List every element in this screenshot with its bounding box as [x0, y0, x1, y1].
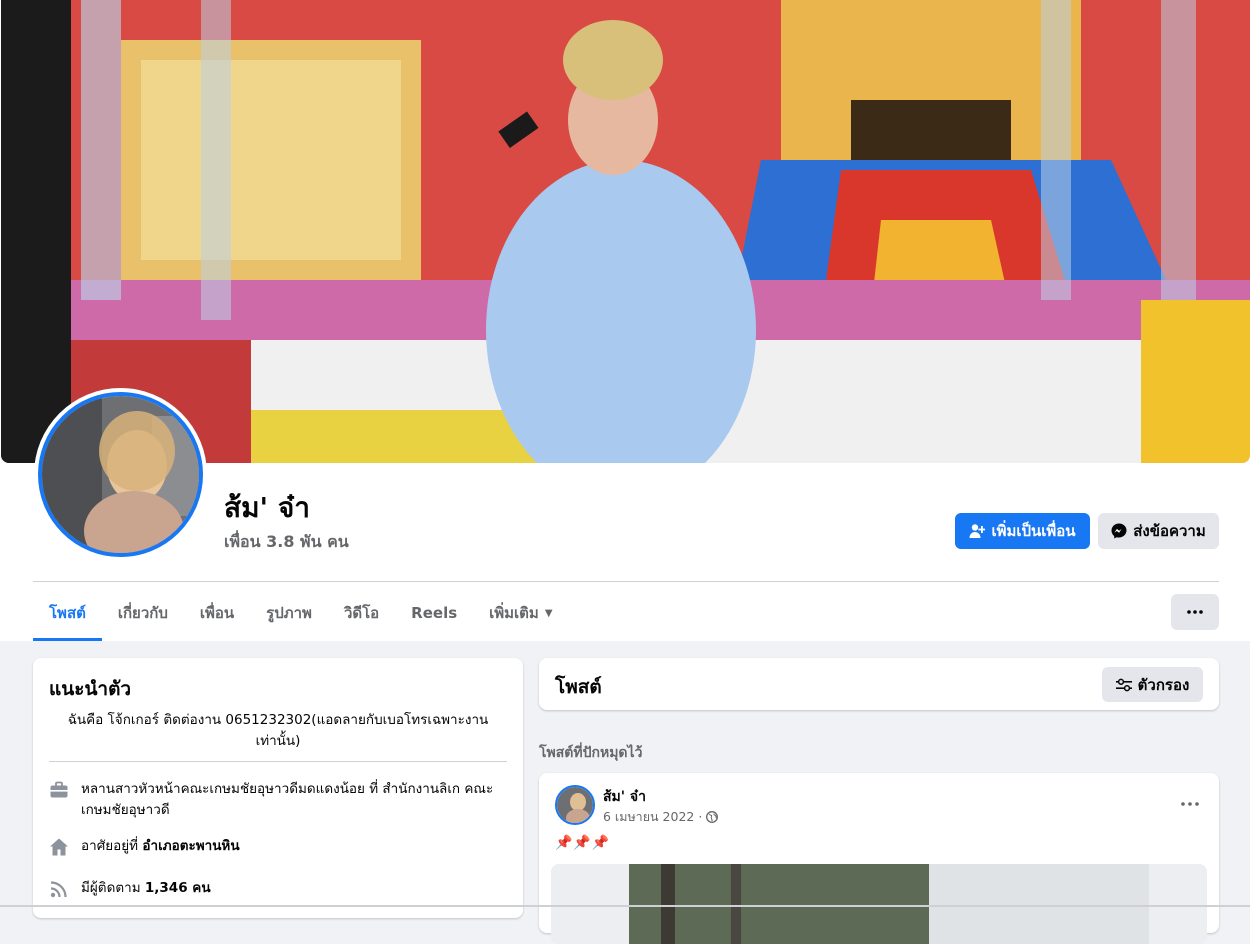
post-author-avatar[interactable] [555, 785, 595, 825]
post-author-avatar-image [557, 787, 593, 823]
tab-posts[interactable]: โพสต์ [33, 588, 102, 641]
tab-posts-label: โพสต์ [49, 604, 86, 622]
add-friend-button[interactable]: เพิ่มเป็นเพื่อน [955, 513, 1090, 549]
cover-photo-image [1, 0, 1250, 463]
profile-name: ส้ม' จ๋า [224, 491, 310, 524]
filter-label: ตัวกรอง [1137, 675, 1190, 694]
intro-divider [49, 761, 507, 762]
intro-followers-row: มีผู้ติดตาม 1,346 คน [49, 878, 501, 899]
post-options-button[interactable] [1181, 791, 1199, 810]
posts-title: โพสต์ [555, 676, 602, 698]
intro-followers-count[interactable]: 1,346 คน [145, 880, 211, 896]
tab-friends[interactable]: เพื่อน [184, 588, 250, 638]
intro-followers-text: มีผู้ติดตาม 1,346 คน [81, 878, 501, 899]
globe-public-icon [706, 811, 719, 823]
tab-photos[interactable]: รูปภาพ [250, 588, 328, 638]
intro-followers-prefix: มีผู้ติดตาม [81, 880, 145, 896]
rss-followers-icon [50, 881, 67, 898]
posts-header-card: โพสต์ ตัวกรอง [539, 658, 1219, 710]
post-content: 📌📌📌 [555, 835, 611, 851]
post-meta: 6 เมษายน 2022 · [603, 807, 719, 827]
intro-card: แนะนำตัว ฉันคือ โจ้กเกอร์ ติดต่องาน 0651… [33, 658, 523, 918]
profile-tabs: โพสต์ เกี่ยวกับ เพื่อน รูปภาพ วิดีโอ Ree… [33, 588, 569, 641]
intro-work-text: หลานสาวหัวหน้าคณะเกษมชัยอุษาวดีมดแดงน้อย… [81, 781, 494, 818]
pinned-posts-label: โพสต์ที่ปักหมุดไว้ [539, 745, 643, 761]
tab-about-label: เกี่ยวกับ [117, 604, 168, 622]
more-dots-icon [1181, 802, 1199, 806]
friends-count[interactable]: เพื่อน 3.8 พัน คน [224, 530, 349, 555]
add-friend-icon [969, 524, 986, 538]
more-dots-icon [1187, 610, 1203, 614]
intro-bio: ฉันคือ โจ้กเกอร์ ติดต่องาน 0651232302(แอ… [67, 712, 489, 749]
post-date[interactable]: 6 เมษายน 2022 · [603, 807, 702, 827]
intro-lives-row: อาศัยอยู่ที่ อำเภอตะพานหิน [49, 836, 501, 857]
profile-picture[interactable] [34, 388, 207, 561]
intro-work-row: หลานสาวหัวหน้าคณะเกษมชัยอุษาวดีมดแดงน้อย… [49, 779, 501, 821]
messenger-icon [1111, 523, 1127, 539]
tab-videos-label: วิดีโอ [343, 604, 380, 622]
filter-sliders-icon [1115, 678, 1132, 691]
intro-lives-text: อาศัยอยู่ที่ อำเภอตะพานหิน [81, 836, 501, 857]
tab-photos-label: รูปภาพ [266, 604, 312, 622]
cover-photo[interactable] [1, 0, 1250, 463]
tab-more-label: เพิ่มเติม [489, 604, 539, 622]
briefcase-icon [50, 781, 68, 798]
intro-lives-place[interactable]: อำเภอตะพานหิน [142, 838, 239, 854]
tab-more[interactable]: เพิ่มเติม ▼ [473, 588, 568, 638]
add-friend-label: เพิ่มเป็นเพื่อน [991, 522, 1076, 540]
post-image[interactable] [551, 864, 1207, 944]
profile-picture-frame [38, 392, 203, 557]
home-icon [50, 838, 68, 856]
tab-reels-label: Reels [411, 604, 458, 622]
tab-friends-label: เพื่อน [199, 604, 235, 622]
tab-videos[interactable]: วิดีโอ [328, 588, 395, 638]
profile-picture-image [42, 396, 199, 553]
caret-down-icon: ▼ [544, 607, 553, 619]
filter-button[interactable]: ตัวกรอง [1102, 667, 1203, 702]
intro-title: แนะนำตัว [49, 678, 132, 700]
intro-lives-prefix: อาศัยอยู่ที่ [81, 838, 143, 854]
tab-reels[interactable]: Reels [395, 588, 473, 638]
header-divider [33, 581, 1219, 582]
more-options-button[interactable] [1171, 594, 1219, 630]
message-button[interactable]: ส่งข้อความ [1098, 513, 1219, 549]
post-author-name[interactable]: ส้ม' จ๋า [603, 786, 646, 808]
post-image-photo [551, 864, 1207, 944]
message-label: ส่งข้อความ [1133, 522, 1206, 540]
pinned-post-card: ส้ม' จ๋า 6 เมษายน 2022 · 📌📌📌 [539, 773, 1219, 944]
tab-about[interactable]: เกี่ยวกับ [102, 588, 184, 638]
